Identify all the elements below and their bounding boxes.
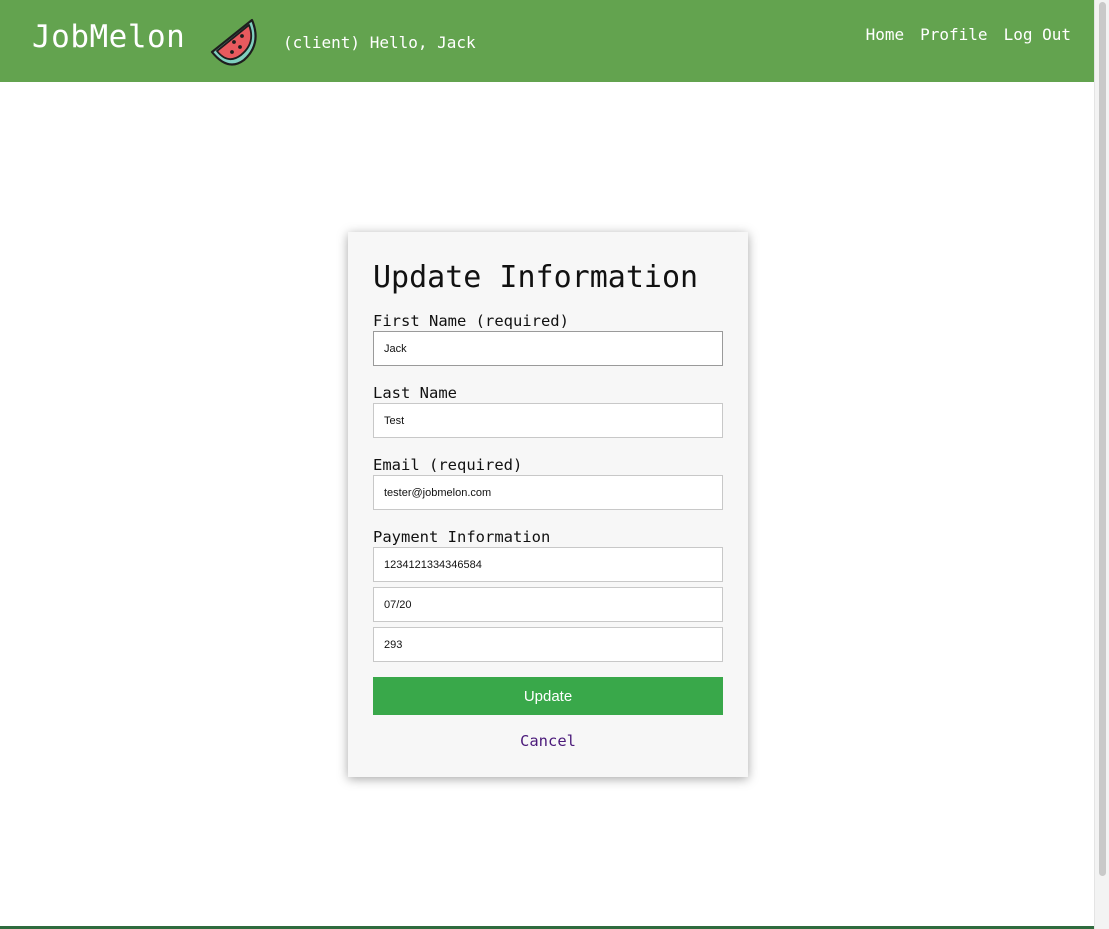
top-navbar: JobMelon (client) Hello, Jack Home Profi… (0, 0, 1095, 82)
nav-links: Home Profile Log Out (866, 25, 1071, 44)
card-cvv-field[interactable] (373, 627, 723, 662)
nav-profile-link[interactable]: Profile (920, 25, 987, 44)
last-name-field[interactable] (373, 403, 723, 438)
cancel-link[interactable]: Cancel (348, 732, 748, 750)
card-number-field[interactable] (373, 547, 723, 582)
vertical-scrollbar[interactable] (1094, 0, 1109, 929)
scrollbar-thumb[interactable] (1099, 2, 1106, 876)
user-greeting: (client) Hello, Jack (283, 33, 476, 52)
form-title: Update Information (373, 260, 699, 295)
nav-home-link[interactable]: Home (866, 25, 905, 44)
last-name-label: Last Name (373, 384, 457, 402)
payment-information-label: Payment Information (373, 528, 551, 546)
brand-title[interactable]: JobMelon (32, 19, 185, 55)
nav-logout-link[interactable]: Log Out (1004, 25, 1071, 44)
email-label: Email (required) (373, 456, 523, 474)
watermelon-icon (210, 18, 257, 66)
first-name-label: First Name (required) (373, 312, 569, 330)
first-name-field[interactable] (373, 331, 723, 366)
update-information-card: Update Information First Name (required)… (348, 232, 748, 777)
email-field[interactable] (373, 475, 723, 510)
card-expiry-field[interactable] (373, 587, 723, 622)
update-button[interactable]: Update (373, 677, 723, 715)
